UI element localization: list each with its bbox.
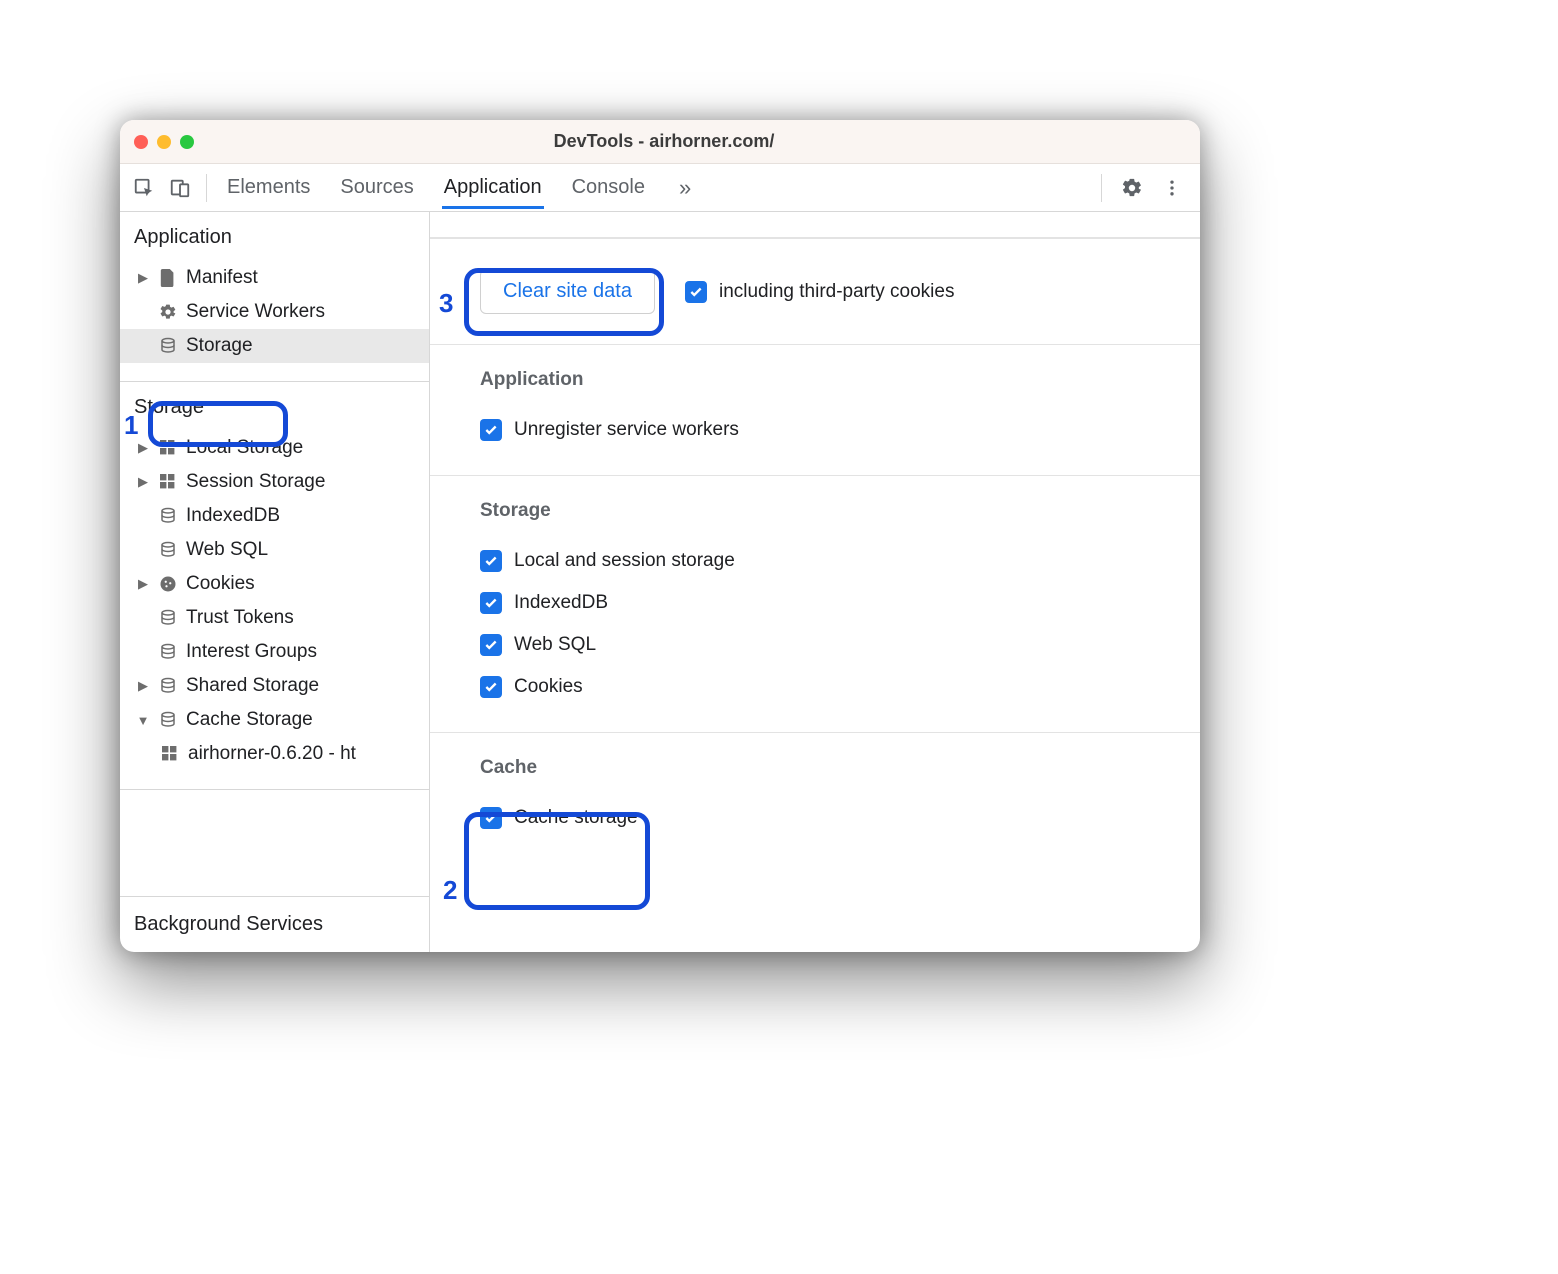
checkbox-checked-icon: [685, 281, 707, 303]
clear-site-data-button[interactable]: Clear site data: [480, 269, 655, 314]
sidebar-item-label: Service Workers: [186, 301, 325, 323]
database-icon: [158, 710, 178, 730]
chevron-right-icon: ▶: [136, 576, 150, 592]
grid-icon: [158, 438, 178, 458]
checkbox-label: Cache storage: [514, 807, 638, 829]
checkbox-label: IndexedDB: [514, 592, 608, 614]
gear-icon: [158, 302, 178, 322]
sidebar-section-application: Application: [120, 212, 429, 261]
tab-elements[interactable]: Elements: [225, 166, 312, 209]
checkbox-checked-icon: [480, 676, 502, 698]
checkbox-label: Local and session storage: [514, 550, 735, 572]
device-toolbar-icon[interactable]: [162, 170, 198, 206]
checkbox-unregister-service-workers[interactable]: Unregister service workers: [480, 409, 1180, 451]
sidebar-item-label: Shared Storage: [186, 675, 319, 697]
cookie-icon: [158, 574, 178, 594]
third-party-cookies-checkbox[interactable]: including third-party cookies: [685, 281, 955, 303]
toolbar-separator: [206, 174, 207, 202]
panel-header-spacer: [430, 212, 1200, 238]
checkbox-label: including third-party cookies: [719, 281, 955, 303]
sidebar-item-shared-storage[interactable]: ▶ Shared Storage: [120, 669, 429, 703]
chevron-right-icon: ▶: [136, 270, 150, 286]
checkbox-label: Web SQL: [514, 634, 596, 656]
checkbox-cookies[interactable]: Cookies: [480, 666, 1180, 708]
clear-data-row: Clear site data including third-party co…: [430, 238, 1200, 344]
grid-icon: [158, 472, 178, 492]
tab-sources[interactable]: Sources: [338, 166, 415, 209]
sidebar-item-label: Cache Storage: [186, 709, 313, 731]
tab-console[interactable]: Console: [570, 166, 647, 209]
database-icon: [158, 336, 178, 356]
checkbox-checked-icon: [480, 419, 502, 441]
checkbox-web-sql[interactable]: Web SQL: [480, 624, 1180, 666]
storage-panel: Clear site data including third-party co…: [430, 212, 1200, 952]
checkbox-checked-icon: [480, 592, 502, 614]
checkbox-cache-storage[interactable]: Cache storage: [480, 797, 1180, 839]
settings-gear-icon[interactable]: [1114, 170, 1150, 206]
sidebar-section-storage: Storage: [120, 382, 429, 431]
checkbox-checked-icon: [480, 807, 502, 829]
sidebar-item-label: Trust Tokens: [186, 607, 294, 629]
sidebar-item-cookies[interactable]: ▶ Cookies: [120, 567, 429, 601]
checkbox-local-and-session-storage[interactable]: Local and session storage: [480, 540, 1180, 582]
sidebar-item-indexeddb[interactable]: ▶IndexedDB: [120, 499, 429, 533]
sidebar-item-trust-tokens[interactable]: ▶Trust Tokens: [120, 601, 429, 635]
sidebar-item-session-storage[interactable]: ▶ Session Storage: [120, 465, 429, 499]
sidebar-item-cache-storage[interactable]: ▼ Cache Storage: [120, 703, 429, 737]
devtools-window: DevTools - airhorner.com/ Elements Sourc…: [120, 120, 1200, 952]
chevron-right-icon: ▶: [136, 440, 150, 456]
group-storage: Storage Local and session storage IndexedD…: [430, 475, 1200, 732]
group-application: Application Unregister service workers: [430, 344, 1200, 475]
window-title: DevTools - airhorner.com/: [142, 131, 1186, 152]
checkbox-checked-icon: [480, 550, 502, 572]
sidebar-item-label: Manifest: [186, 267, 258, 289]
panel-body: Application ▶ Manifest ▶ Service Workers: [120, 212, 1200, 952]
file-icon: [158, 268, 178, 288]
sidebar-item-label: Web SQL: [186, 539, 268, 561]
group-cache: Cache Cache storage: [430, 732, 1200, 863]
sidebar-divider: [120, 789, 429, 790]
checkbox-label: Unregister service workers: [514, 419, 739, 441]
database-icon: [158, 642, 178, 662]
tab-application[interactable]: Application: [442, 166, 544, 209]
sidebar-item-label: IndexedDB: [186, 505, 280, 527]
group-title: Storage: [480, 500, 1180, 522]
sidebar-item-local-storage[interactable]: ▶ Local Storage: [120, 431, 429, 465]
sidebar-item-label: Interest Groups: [186, 641, 317, 663]
grid-icon: [160, 744, 180, 764]
sidebar-item-manifest[interactable]: ▶ Manifest: [120, 261, 429, 295]
database-icon: [158, 676, 178, 696]
window-titlebar: DevTools - airhorner.com/: [120, 120, 1200, 164]
sidebar-item-label: Cookies: [186, 573, 255, 595]
sidebar-item-label: Session Storage: [186, 471, 325, 493]
database-icon: [158, 506, 178, 526]
sidebar-item-storage[interactable]: ▶ Storage: [120, 329, 429, 363]
application-sidebar: Application ▶ Manifest ▶ Service Workers: [120, 212, 430, 952]
checkbox-checked-icon: [480, 634, 502, 656]
sidebar-item-label: airhorner-0.6.20 - ht: [188, 743, 356, 765]
sidebar-section-background-services[interactable]: Background Services: [120, 896, 429, 952]
sidebar-item-label: Local Storage: [186, 437, 303, 459]
database-icon: [158, 608, 178, 628]
sidebar-item-service-workers[interactable]: ▶ Service Workers: [120, 295, 429, 329]
more-tabs-icon[interactable]: »: [673, 175, 697, 201]
sidebar-item-cache-entry[interactable]: airhorner-0.6.20 - ht: [120, 737, 429, 771]
panel-tabs: Elements Sources Application Console »: [215, 166, 1093, 209]
checkbox-indexeddb[interactable]: IndexedDB: [480, 582, 1180, 624]
sidebar-item-web-sql[interactable]: ▶Web SQL: [120, 533, 429, 567]
chevron-right-icon: ▶: [136, 474, 150, 490]
chevron-right-icon: ▶: [136, 678, 150, 694]
group-title: Cache: [480, 757, 1180, 779]
group-title: Application: [480, 369, 1180, 391]
toolbar-separator: [1101, 174, 1102, 202]
database-icon: [158, 540, 178, 560]
devtools-toolbar: Elements Sources Application Console »: [120, 164, 1200, 212]
kebab-menu-icon[interactable]: [1154, 170, 1190, 206]
inspect-element-icon[interactable]: [126, 170, 162, 206]
sidebar-item-interest-groups[interactable]: ▶Interest Groups: [120, 635, 429, 669]
sidebar-item-label: Storage: [186, 335, 253, 357]
chevron-down-icon: ▼: [136, 713, 150, 728]
checkbox-label: Cookies: [514, 676, 583, 698]
